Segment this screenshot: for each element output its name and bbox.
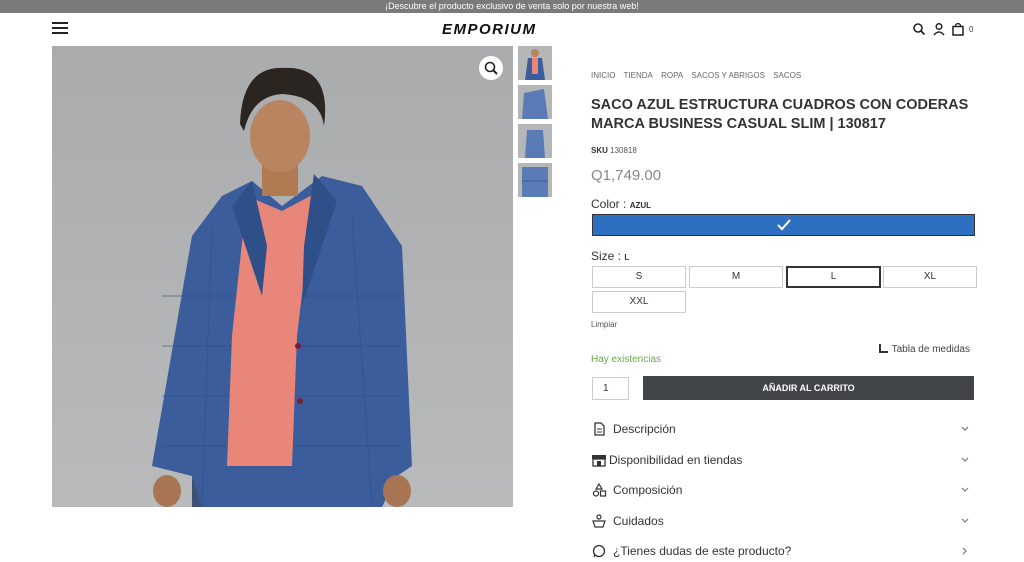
logo[interactable]: EMPORIUM [442, 21, 537, 38]
chevron-down-icon [961, 518, 969, 523]
user-icon[interactable] [932, 22, 946, 36]
product-photo [152, 67, 412, 507]
accordion-label: Disponibilidad en tiendas [609, 453, 743, 467]
thumb-side[interactable] [518, 85, 552, 119]
breadcrumb-sacos-abrigos[interactable]: Sacos y abrigos [691, 71, 765, 80]
add-to-cart-button[interactable]: Añadir al carrito [643, 376, 974, 400]
accordion-label: Descripción [613, 422, 676, 436]
accordion-composicion[interactable]: Composición [591, 481, 974, 501]
stock-status: Hay existencias [591, 354, 662, 365]
breadcrumb-inicio[interactable]: Inicio [591, 71, 615, 80]
color-swatch-azul[interactable] [592, 214, 975, 236]
clear-link[interactable]: Limpiar [591, 320, 617, 329]
size-selected: L [624, 253, 630, 262]
breadcrumb-ropa[interactable]: Ropa [661, 71, 683, 80]
product-title: Saco azul estructura cuadros con coderas… [591, 97, 969, 132]
size-option-xxl[interactable]: XXL [592, 291, 686, 313]
color-label: Color : [591, 197, 627, 211]
thumb-back[interactable] [518, 124, 552, 158]
cart-count: 0 [969, 25, 974, 34]
accordion-descripcion[interactable]: Descripción [591, 420, 974, 440]
whatsapp-icon [592, 544, 606, 558]
chevron-right-icon [962, 547, 967, 555]
chevron-down-icon [961, 426, 969, 431]
breadcrumb-sacos[interactable]: Sacos [773, 71, 801, 80]
color-selected: AZUL [629, 201, 652, 210]
zoom-icon [484, 61, 498, 75]
thumb-front[interactable] [518, 46, 552, 80]
ruler-icon [879, 344, 888, 353]
product-price: Q1,749.00 [591, 167, 662, 184]
breadcrumb: Inicio Tienda Ropa Sacos y abrigos Sacos [591, 71, 807, 80]
size-chart-link[interactable]: Tabla de medidas [879, 343, 970, 355]
shapes-icon [592, 483, 607, 497]
accordion-disponibilidad[interactable]: Disponibilidad en tiendas [591, 451, 974, 471]
breadcrumb-tienda[interactable]: Tienda [624, 71, 653, 80]
accordion-dudas[interactable]: ¿Tienes dudas de este producto? [591, 542, 974, 562]
sku-value: 130818 [610, 146, 637, 155]
accordion-cuidados[interactable]: Cuidados [591, 512, 974, 532]
announcement-bar: ¡Descubre el producto exclusivo de venta… [0, 0, 1024, 13]
quantity-input[interactable]: 1 [592, 377, 629, 400]
document-icon [594, 422, 605, 436]
color-label-row: Color : AZUL [591, 197, 651, 211]
product-main-image[interactable] [52, 46, 513, 507]
sku-label: SKU [591, 146, 608, 155]
cart-icon[interactable] [951, 22, 965, 36]
size-label-row: Size : L [591, 249, 629, 263]
accordion-label: Cuidados [613, 514, 664, 528]
menu-icon[interactable] [52, 22, 68, 34]
size-option-xl[interactable]: XL [883, 266, 977, 288]
size-label: Size : [591, 249, 622, 263]
accordion-label: ¿Tienes dudas de este producto? [613, 544, 792, 558]
search-icon[interactable] [912, 22, 926, 36]
size-option-m[interactable]: M [689, 266, 783, 288]
zoom-button[interactable] [479, 56, 503, 80]
accordion-label: Composición [613, 483, 683, 497]
size-option-s[interactable]: S [592, 266, 686, 288]
store-icon [592, 455, 606, 467]
care-icon [592, 514, 606, 528]
check-icon [777, 219, 791, 231]
site-header: EMPORIUM 0 [0, 13, 1024, 47]
chevron-down-icon [961, 487, 969, 492]
size-chart-label: Tabla de medidas [891, 344, 970, 355]
thumb-detail[interactable] [518, 163, 552, 197]
size-option-l[interactable]: L [786, 266, 881, 288]
chevron-down-icon [961, 457, 969, 462]
sku: SKU 130818 [591, 146, 637, 155]
